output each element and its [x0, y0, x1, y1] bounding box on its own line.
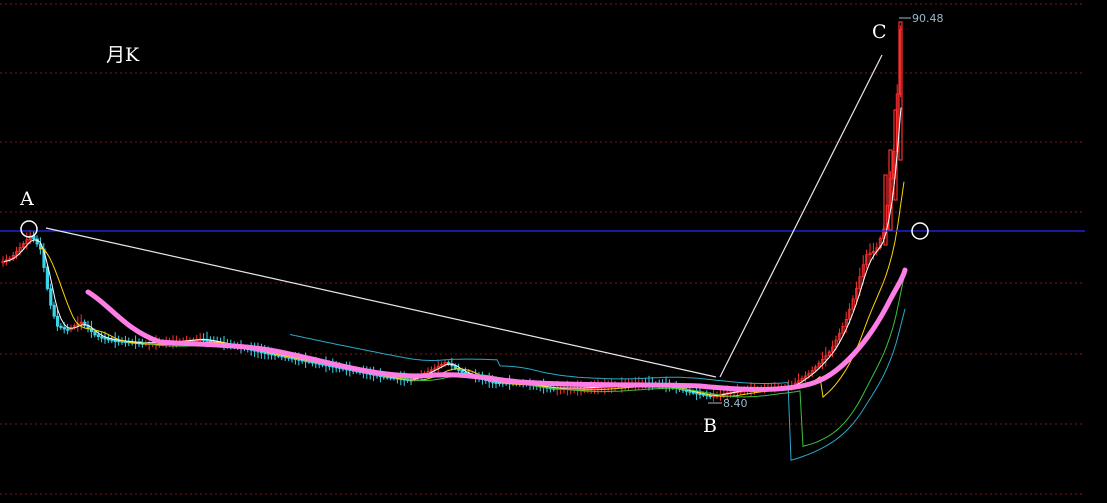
- candle-body: [460, 369, 464, 373]
- candle-body: [56, 315, 60, 327]
- grid-lines: [0, 3, 1085, 495]
- candle-body: [491, 380, 495, 384]
- candle-body: [49, 288, 53, 306]
- candle-body: [113, 339, 117, 342]
- point-label-a: A: [20, 188, 34, 210]
- ma-green-line: [139, 271, 906, 447]
- ma-pink-thick-line: [85, 267, 908, 392]
- trend-line-b-to-c: [719, 54, 883, 378]
- ma-white-line: [3, 107, 902, 396]
- candle-body: [66, 328, 70, 331]
- point-label-b: B: [703, 415, 717, 437]
- candle-body: [45, 267, 50, 290]
- candle-body: [52, 304, 56, 317]
- chart-title: 月K: [106, 44, 140, 66]
- marker-circle-a: [20, 220, 38, 238]
- monthly-kline-chart: [0, 3, 1085, 495]
- price-label-high: 90.48: [912, 12, 944, 25]
- candle-body: [62, 327, 67, 330]
- trend-line-a-to-b: [45, 227, 717, 378]
- ma-yellow-line: [39, 181, 905, 399]
- candle-body: [100, 336, 104, 339]
- candle-body: [59, 325, 63, 329]
- moving-averages: [3, 107, 908, 461]
- candle-body: [93, 331, 97, 336]
- candle-body: [494, 381, 498, 384]
- candle-body: [96, 334, 100, 337]
- price-label-low: 8.40: [723, 397, 748, 410]
- point-label-c: C: [872, 21, 887, 43]
